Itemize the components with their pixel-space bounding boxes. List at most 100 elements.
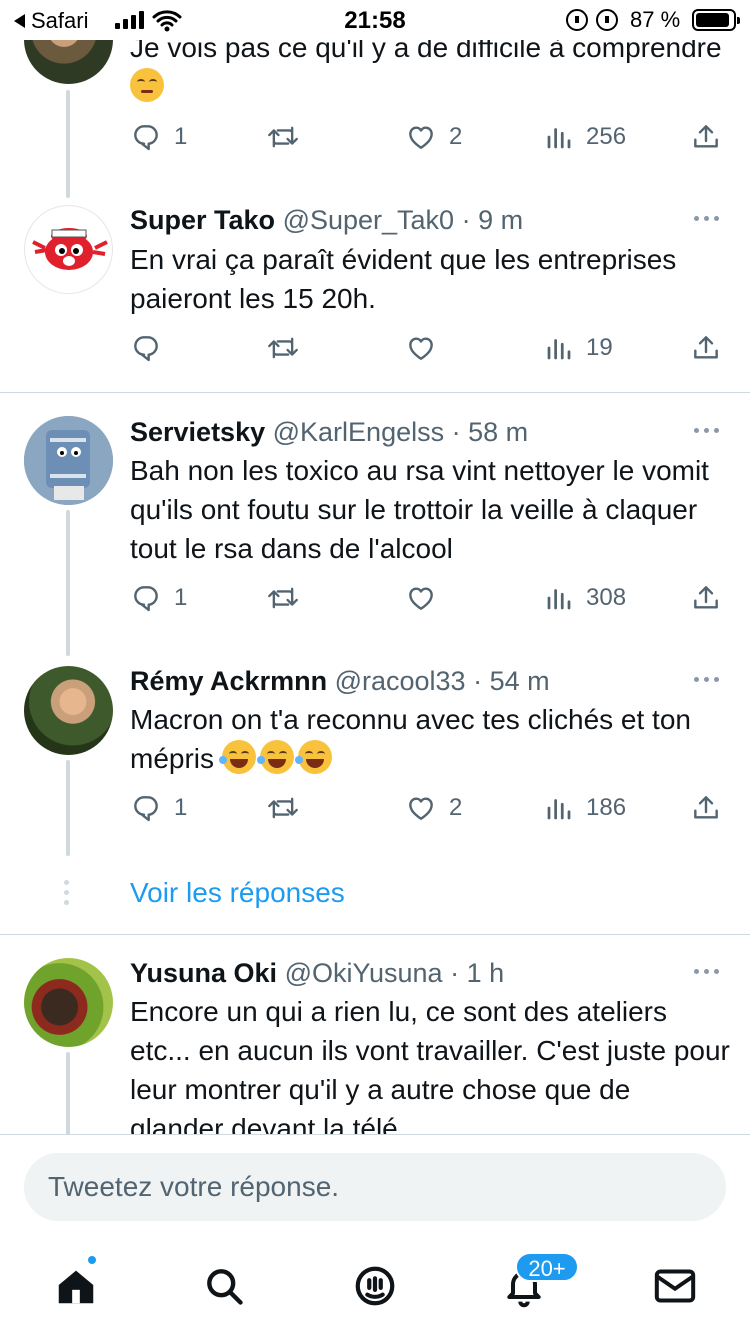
reply-count: 1 <box>174 794 188 821</box>
show-replies-link[interactable]: Voir les réponses <box>130 877 345 909</box>
like-button[interactable] <box>405 330 437 366</box>
author-handle[interactable]: @OkiYusuna <box>285 958 443 988</box>
reply-button[interactable] <box>130 330 174 366</box>
heart-icon <box>409 797 433 820</box>
tweet-actions: 19 <box>130 330 730 366</box>
home-notification-dot <box>86 1254 98 1266</box>
envelope-icon <box>654 1269 696 1303</box>
retweet-button[interactable] <box>266 790 300 826</box>
avatar[interactable] <box>24 958 113 1047</box>
tweet-header: Yusuna Oki @OkiYusuna · 1 h <box>130 955 504 991</box>
battery-percentage: 87 % <box>630 7 681 32</box>
reply-button[interactable]: 1 <box>130 790 187 826</box>
thread-line <box>66 1052 70 1134</box>
tweet-actions: 1 308 <box>130 580 730 616</box>
more-options-icon[interactable] <box>694 969 719 974</box>
author-name[interactable]: Yusuna Oki <box>130 958 277 988</box>
towel-avatar-image <box>24 416 113 505</box>
retweet-icon <box>268 587 298 609</box>
heart-icon <box>409 587 433 610</box>
like-button[interactable]: 2 <box>405 119 462 155</box>
tweet-time: · 1 h <box>450 958 505 988</box>
notifications-badge: 20+ <box>515 1252 579 1282</box>
views-count: 19 <box>586 334 613 361</box>
share-icon <box>694 125 718 148</box>
reply-composer-bar <box>0 1134 750 1224</box>
home-icon <box>58 1270 94 1304</box>
author-name[interactable]: Rémy Ackrmnn <box>130 666 327 696</box>
reply-count: 1 <box>174 123 188 150</box>
alarm-icon <box>596 9 618 31</box>
tweet-text: En vrai ça paraît évident que les entrep… <box>130 244 677 314</box>
more-options-icon[interactable] <box>694 428 719 433</box>
spaces-icon <box>355 1266 395 1306</box>
author-name[interactable]: Servietsky <box>130 417 265 447</box>
tab-spaces[interactable] <box>351 1262 399 1310</box>
tweet-feed[interactable]: Je vois pas ce qu'il y a de difficile à … <box>0 0 750 1134</box>
thread-line <box>66 760 70 856</box>
tweet-header: Super Tako @Super_Tak0 · 9 m <box>130 202 523 238</box>
laughing-face-emoji <box>256 740 294 774</box>
tweet-text: Bah non les toxico au rsa vint nettoyer … <box>130 455 709 564</box>
retweet-button[interactable] <box>266 119 300 155</box>
tweet-time: · 58 m <box>451 417 529 447</box>
heart-icon <box>409 337 433 360</box>
reply-icon <box>134 125 158 151</box>
tweet-time: · 54 m <box>473 666 550 696</box>
laughing-face-emoji <box>218 740 256 774</box>
laughing-face-emoji <box>294 740 332 774</box>
author-handle[interactable]: @KarlEngelss <box>273 417 444 447</box>
more-replies-dots-icon <box>64 880 69 905</box>
views-button[interactable]: 256 <box>544 119 626 155</box>
octopus-avatar-image <box>32 228 108 270</box>
reply-input[interactable] <box>24 1153 726 1221</box>
share-button[interactable] <box>690 119 722 155</box>
thread-line <box>66 510 70 656</box>
like-button[interactable] <box>405 580 437 616</box>
retweet-button[interactable] <box>266 580 300 616</box>
tweet[interactable]: Rémy Ackrmnn @racool33 · 54 m Macron on … <box>0 663 750 863</box>
tweet-actions: 1 2 186 <box>130 790 730 826</box>
share-icon <box>694 336 718 359</box>
tweet[interactable]: Yusuna Oki @OkiYusuna · 1 h Encore un qu… <box>0 955 750 1134</box>
reply-icon <box>134 336 158 362</box>
battery-icon <box>692 9 740 31</box>
like-count: 2 <box>449 794 463 821</box>
tweet[interactable]: Super Tako @Super_Tak0 · 9 m En vrai ça … <box>0 202 750 392</box>
like-count: 2 <box>449 123 463 150</box>
share-button[interactable] <box>690 330 722 366</box>
avatar[interactable] <box>24 416 113 505</box>
more-options-icon[interactable] <box>694 677 719 682</box>
avatar[interactable] <box>24 205 113 294</box>
share-icon <box>694 796 718 819</box>
author-handle[interactable]: @racool33 <box>335 666 466 696</box>
divider <box>0 934 750 935</box>
views-icon <box>547 128 571 149</box>
views-button[interactable]: 19 <box>544 330 613 366</box>
views-count: 186 <box>586 794 627 821</box>
tweet-text: Macron on t'a reconnu avec tes clichés e… <box>130 704 691 774</box>
share-button[interactable] <box>690 580 722 616</box>
tweet[interactable]: Servietsky @KarlEngelss · 58 m Bah non l… <box>0 414 750 656</box>
views-button[interactable]: 308 <box>544 580 626 616</box>
heart-icon <box>409 126 433 149</box>
tab-messages[interactable] <box>651 1262 699 1310</box>
tab-search[interactable] <box>200 1262 248 1310</box>
thread-line <box>66 90 70 198</box>
avatar[interactable] <box>24 666 113 755</box>
views-button[interactable]: 186 <box>544 790 626 826</box>
more-options-icon[interactable] <box>694 216 719 221</box>
thinking-face-emoji <box>130 68 164 102</box>
author-handle[interactable]: @Super_Tak0 <box>283 205 455 235</box>
author-name[interactable]: Super Tako <box>130 205 275 235</box>
tab-bar: 20+ <box>0 1224 750 1334</box>
reply-button[interactable]: 1 <box>130 119 187 155</box>
reply-button[interactable]: 1 <box>130 580 187 616</box>
retweet-button[interactable] <box>266 330 300 366</box>
tab-home[interactable] <box>52 1262 100 1310</box>
share-button[interactable] <box>690 790 722 826</box>
reply-icon <box>134 796 158 822</box>
like-button[interactable]: 2 <box>405 790 462 826</box>
status-bar: Safari 21:58 87 % <box>0 0 750 40</box>
tweet-header: Rémy Ackrmnn @racool33 · 54 m <box>130 663 550 699</box>
